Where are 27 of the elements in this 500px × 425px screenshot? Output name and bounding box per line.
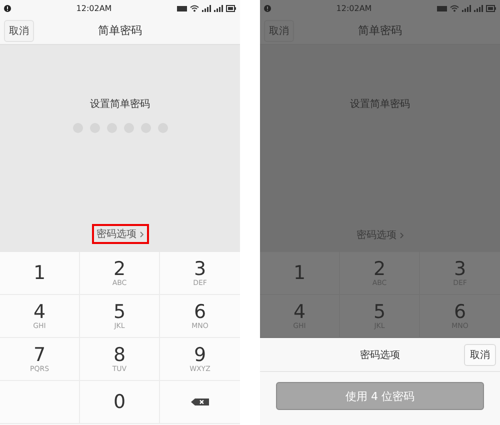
- cancel-button[interactable]: 取消: [464, 344, 496, 366]
- signal-icon: [462, 4, 471, 12]
- password-options-link[interactable]: 密码选项: [92, 224, 148, 244]
- backspace-icon[interactable]: [191, 398, 209, 406]
- notification-icon: [264, 4, 271, 12]
- wifi-icon: [450, 4, 459, 12]
- keypad-key[interactable]: 0: [80, 381, 160, 424]
- battery-icon: [226, 4, 236, 12]
- notification-icon: [4, 4, 11, 12]
- password-prompt: 设置简单密码: [350, 98, 410, 111]
- battery-icon: [486, 4, 496, 12]
- signal-icon: [474, 4, 483, 12]
- screen-title: 简单密码: [98, 22, 142, 38]
- sheet-title: 密码选项: [360, 348, 400, 362]
- status-time: 12:02AM: [336, 4, 372, 12]
- signal-icon: [214, 4, 223, 12]
- network-type-icon: [437, 4, 447, 12]
- password-prompt: 设置简单密码: [90, 98, 150, 111]
- signal-icon: [202, 4, 211, 12]
- cancel-button[interactable]: 取消: [4, 20, 34, 42]
- status-time: 12:02AM: [76, 4, 112, 12]
- network-type-icon: [177, 4, 187, 12]
- chevron-right-icon: [400, 232, 404, 238]
- keypad-key[interactable]: 1: [0, 252, 80, 295]
- wifi-icon: [190, 4, 199, 12]
- chevron-right-icon: [140, 230, 144, 238]
- screen-title: 简单密码: [358, 22, 402, 38]
